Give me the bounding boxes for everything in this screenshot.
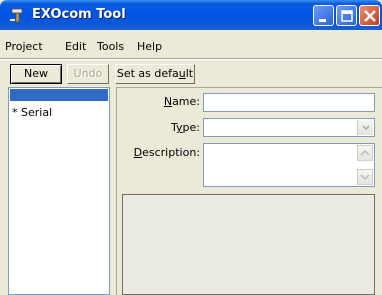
name-label: Name: (140, 95, 200, 108)
chevron-down-icon (362, 125, 370, 131)
new-button[interactable]: New (10, 64, 62, 84)
settings-area (122, 194, 375, 295)
set-default-label-suffix: lt (185, 67, 194, 80)
menu-edit[interactable]: Edit (65, 40, 86, 53)
menu-bar: Project Edit Tools Help (0, 38, 382, 56)
name-label-mnemonic: N (163, 95, 173, 108)
chevron-up-icon (360, 149, 370, 156)
type-label: Type: (140, 121, 200, 134)
description-label-rest: escription: (142, 146, 200, 159)
set-default-label-mnemonic: u (178, 67, 186, 80)
new-button-label: New (24, 67, 48, 80)
undo-button-label: Undo (73, 67, 103, 80)
description-label: Description: (126, 146, 200, 159)
menu-project[interactable]: Project (5, 40, 43, 53)
scroll-down-button[interactable] (357, 169, 373, 185)
list-item-serial[interactable]: * Serial (12, 106, 52, 119)
undo-button[interactable]: Undo (67, 64, 109, 84)
chevron-down-icon (360, 174, 370, 181)
type-dropdown-button[interactable] (357, 120, 373, 135)
type-combobox[interactable] (203, 118, 375, 137)
profile-list[interactable]: * Serial (8, 87, 110, 295)
scroll-up-button[interactable] (357, 145, 373, 161)
minimize-button[interactable] (313, 5, 334, 26)
maximize-button[interactable] (336, 5, 357, 26)
set-as-default-button[interactable]: Set as default (115, 64, 195, 84)
description-textarea[interactable] (203, 143, 375, 187)
window-title: EXOcom Tool (32, 7, 126, 22)
menu-tools[interactable]: Tools (97, 40, 124, 53)
description-label-mnemonic: D (133, 146, 143, 159)
minimize-icon (319, 19, 326, 22)
menu-help[interactable]: Help (137, 40, 162, 53)
name-label-rest: ame: (172, 95, 200, 108)
close-icon (364, 10, 376, 22)
list-selection-highlight[interactable] (10, 89, 108, 101)
close-button[interactable] (359, 5, 380, 26)
name-input[interactable] (203, 93, 375, 112)
menu-separator-highlight (0, 59, 382, 60)
type-label-rest: pe: (182, 121, 200, 134)
maximize-icon (341, 10, 353, 22)
hammer-icon (10, 8, 23, 23)
title-bar[interactable]: EXOcom Tool (0, 0, 382, 30)
set-default-label-prefix: Set as defa (116, 67, 179, 80)
